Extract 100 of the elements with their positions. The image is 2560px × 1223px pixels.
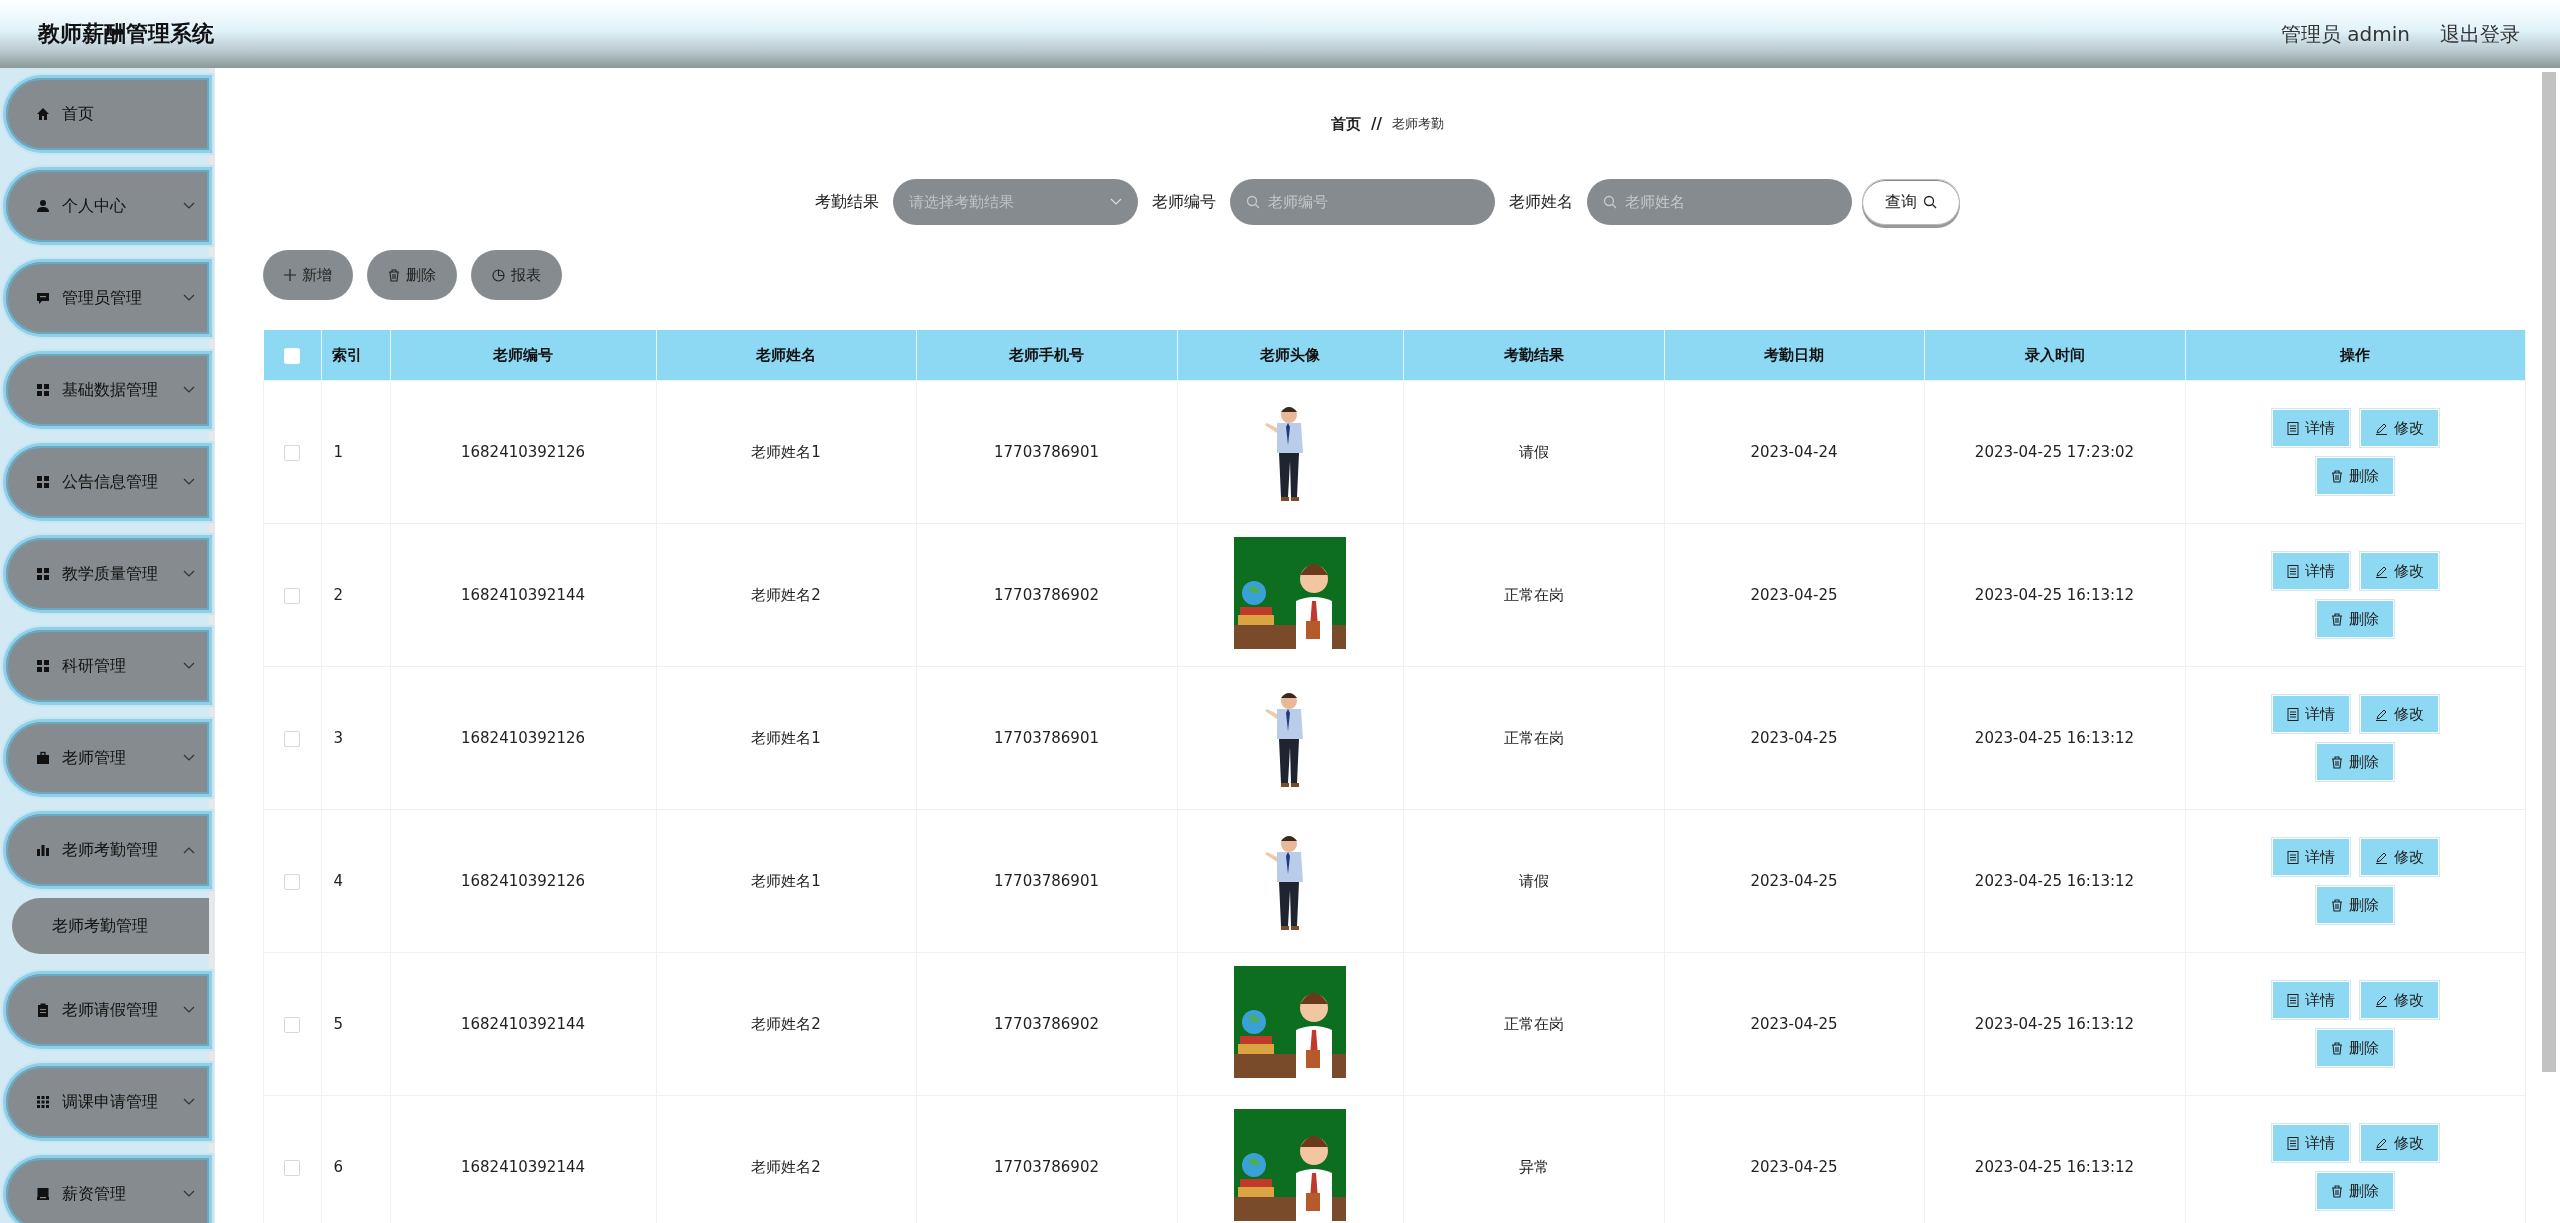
detail-button[interactable]: 详情 [2271, 552, 2350, 590]
edit-button[interactable]: 修改 [2359, 552, 2439, 590]
table-cell: 正常在岗 [1403, 666, 1664, 810]
table-cell: 17703786901 [916, 666, 1177, 810]
row-checkbox[interactable] [284, 444, 301, 461]
table-cell: 4 [321, 809, 390, 953]
trash-icon [2331, 755, 2343, 769]
chevron-icon [183, 662, 195, 670]
edit-button[interactable]: 修改 [2359, 409, 2439, 447]
delete-button[interactable]: 删除 [2316, 743, 2394, 781]
chevron-icon [183, 1098, 195, 1106]
detail-button[interactable]: 详情 [2271, 838, 2350, 876]
chevron-icon [183, 294, 195, 302]
table-cell: 1682410392126 [390, 666, 656, 810]
table-cell: 1 [321, 380, 390, 524]
select-all-checkbox[interactable] [284, 347, 300, 364]
table-cell: 2023-04-25 [1664, 809, 1924, 953]
scrollbar[interactable] [2542, 72, 2556, 1072]
edit-button[interactable]: 修改 [2359, 1124, 2439, 1162]
trash-icon [2331, 469, 2343, 483]
row-checkbox[interactable] [284, 730, 301, 747]
search-field[interactable]: 老师编号 [1230, 179, 1495, 225]
submenu-item[interactable]: 老师考勤管理 [12, 898, 209, 954]
delete-button[interactable]: 删除 [367, 250, 457, 300]
delete-button[interactable]: 删除 [2316, 457, 2394, 495]
home-icon [36, 107, 50, 121]
row-checkbox[interactable] [284, 1159, 301, 1176]
column-header: 老师手机号 [916, 330, 1177, 381]
table-cell: 请假 [1403, 380, 1664, 524]
add-button[interactable]: 新增 [263, 250, 353, 300]
grid-icon [36, 567, 50, 581]
delete-button[interactable]: 删除 [2316, 1029, 2394, 1067]
clipboard-icon [36, 1003, 50, 1017]
detail-button[interactable]: 详情 [2271, 695, 2350, 733]
edit-button[interactable]: 修改 [2359, 981, 2439, 1019]
chevron-icon [183, 1006, 195, 1014]
plus-icon [284, 269, 296, 281]
chevron-icon [183, 846, 195, 854]
column-header: 索引 [321, 330, 390, 381]
search-button[interactable]: 查询 [1862, 179, 1960, 225]
table-cell: 2023-04-25 16:13:12 [1924, 952, 2185, 1096]
row-checkbox[interactable] [284, 873, 301, 890]
table-cell: 2023-04-25 [1664, 523, 1924, 667]
table-cell: 请假 [1403, 809, 1664, 953]
grid-icon [36, 475, 50, 489]
detail-button[interactable]: 详情 [2271, 409, 2350, 447]
chat-icon [36, 291, 50, 305]
table-cell: 2023-04-25 16:13:12 [1924, 809, 2185, 953]
detail-button[interactable]: 详情 [2271, 1124, 2350, 1162]
document-icon [2286, 1136, 2299, 1150]
column-header: 老师头像 [1177, 330, 1403, 381]
logout-link[interactable]: 退出登录 [2440, 20, 2520, 48]
table-cell: 老师姓名2 [656, 523, 916, 667]
table-cell: 17703786901 [916, 809, 1177, 953]
row-checkbox[interactable] [284, 1016, 301, 1033]
table-cell: 3 [321, 666, 390, 810]
filter-label: 老师编号 [1152, 191, 1216, 213]
delete-button[interactable]: 删除 [2316, 1172, 2394, 1210]
trash-icon [2331, 898, 2343, 912]
detail-button[interactable]: 详情 [2271, 981, 2350, 1019]
table-cell: 1682410392144 [390, 952, 656, 1096]
search-icon [1246, 195, 1260, 209]
search-field[interactable]: 老师姓名 [1587, 179, 1852, 225]
breadcrumb-current: 老师考勤 [1392, 115, 1444, 133]
delete-button[interactable]: 删除 [2316, 886, 2394, 924]
pencil-icon [2374, 707, 2388, 721]
pencil-icon [2374, 421, 2388, 435]
chevron-icon [1110, 198, 1122, 206]
document-icon [2286, 850, 2299, 864]
chevron-icon [183, 386, 195, 394]
edit-button[interactable]: 修改 [2359, 695, 2439, 733]
document-icon [2286, 707, 2299, 721]
trash-icon [2331, 1041, 2343, 1055]
grid-icon [36, 383, 50, 397]
report-button[interactable]: 报表 [471, 250, 562, 300]
trash-icon [2331, 612, 2343, 626]
document-icon [2286, 564, 2299, 578]
search-icon [1603, 195, 1617, 209]
column-header: 考勤结果 [1403, 330, 1664, 381]
grid-icon [36, 659, 50, 673]
table-cell: 17703786901 [916, 380, 1177, 524]
row-checkbox[interactable] [284, 587, 301, 604]
table-cell: 17703786902 [916, 523, 1177, 667]
search-icon [1923, 195, 1937, 209]
table-cell: 老师姓名2 [656, 952, 916, 1096]
filter-label: 考勤结果 [815, 191, 879, 213]
edit-button[interactable]: 修改 [2359, 838, 2439, 876]
breadcrumb-separator: // [1371, 115, 1382, 133]
table-cell: 2023-04-25 [1664, 666, 1924, 810]
document-icon [2286, 421, 2299, 435]
briefcase-icon [36, 751, 50, 765]
delete-button[interactable]: 删除 [2316, 600, 2394, 638]
bar-chart-icon [36, 843, 50, 857]
column-header: 操作 [2185, 330, 2525, 381]
column-header: 录入时间 [1924, 330, 2185, 381]
breadcrumb-link[interactable]: 首页 [1331, 114, 1361, 134]
grid-icon [36, 1095, 50, 1109]
pencil-icon [2374, 1136, 2388, 1150]
chevron-icon [183, 570, 195, 578]
table-cell: 2023-04-25 [1664, 952, 1924, 1096]
